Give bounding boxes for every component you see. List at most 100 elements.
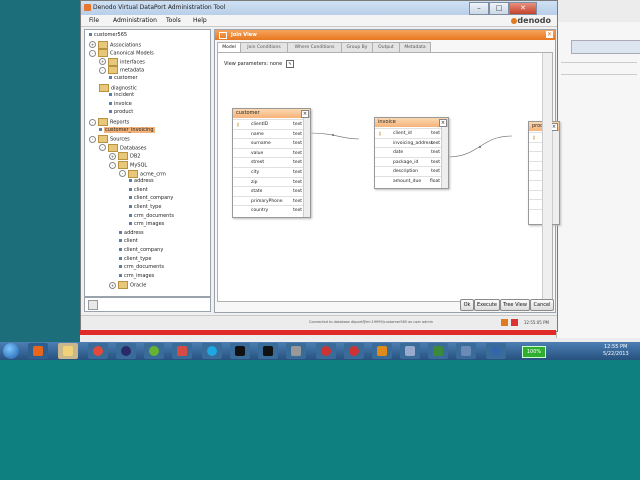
minimize-icon[interactable]: – — [469, 2, 489, 15]
start-button[interactable] — [3, 343, 19, 359]
close-view-icon[interactable]: ✕ — [546, 31, 553, 38]
tree-node[interactable]: client — [129, 187, 148, 195]
tree-node[interactable]: invoice — [109, 101, 132, 109]
entity-field-row[interactable]: zip text — [233, 176, 310, 187]
tree-node[interactable]: client_company — [129, 195, 173, 203]
tab-group-by[interactable]: Group By — [341, 42, 373, 52]
tool-icon[interactable] — [316, 343, 336, 359]
cancel-button[interactable]: Cancel — [530, 299, 554, 311]
terminal-icon[interactable] — [230, 343, 250, 359]
execute-button[interactable]: Execute — [474, 299, 500, 311]
tab-join-conditions[interactable]: Join Conditions — [240, 42, 288, 52]
chrome-icon[interactable] — [88, 343, 108, 359]
image-viewer-icon[interactable] — [172, 343, 192, 359]
entity-field-row[interactable]: value text — [233, 147, 310, 158]
excel-icon[interactable] — [428, 343, 448, 359]
menu-file[interactable]: File — [89, 17, 99, 24]
tree-node[interactable]: client_type — [119, 256, 151, 264]
collapse-icon[interactable]: - — [99, 66, 106, 74]
terminal-icon-2[interactable] — [258, 343, 278, 359]
expand-icon[interactable]: + — [109, 281, 116, 289]
eclipse-icon[interactable] — [116, 343, 136, 359]
tree-node[interactable]: client_company — [119, 247, 163, 255]
tree-node[interactable]: crm_documents — [129, 213, 174, 221]
tree-node[interactable]: crm_documents — [119, 264, 164, 272]
tool-icon-2[interactable] — [344, 343, 364, 359]
canvas-vertical-scrollbar[interactable] — [542, 53, 552, 301]
close-icon[interactable]: ✕ — [509, 2, 537, 15]
tab-metadata[interactable]: Metadata — [399, 42, 431, 52]
clock-time[interactable]: 12:55 PM — [604, 344, 627, 351]
settings-icon[interactable] — [286, 343, 306, 359]
tree-node[interactable]: incident — [109, 92, 134, 100]
entity-field-row[interactable]: invoicing_address text — [375, 137, 448, 148]
tree-node[interactable]: - Canonical Models — [89, 49, 154, 58]
entity-field-row[interactable]: name text — [233, 128, 310, 139]
menu-tools[interactable]: Tools — [166, 17, 181, 24]
entity-scrollbar[interactable] — [441, 127, 448, 188]
tree-node[interactable]: - metadata — [99, 66, 144, 75]
tree-node[interactable]: + Oracle — [109, 281, 146, 290]
battery-indicator[interactable]: 100% — [522, 346, 546, 358]
tree-node[interactable]: crm_images — [119, 273, 154, 281]
entity-field-row[interactable]: city text — [233, 167, 310, 177]
tree-node[interactable]: - Reports — [89, 118, 129, 126]
tree-node[interactable]: client — [119, 238, 138, 246]
collapse-icon[interactable]: - — [109, 161, 116, 169]
tree-node[interactable]: crm_images — [129, 221, 164, 229]
entity-field-row[interactable]: country text — [233, 205, 310, 215]
entity-field-row[interactable]: ⚷ client_id text — [375, 128, 448, 138]
firefox-icon[interactable] — [28, 343, 48, 359]
entity-field-row[interactable]: amount_due float — [375, 176, 448, 186]
entity-field-row[interactable]: ⚷ clientID text — [233, 119, 310, 129]
entity-field-row[interactable]: state text — [233, 186, 310, 196]
photo-icon[interactable] — [456, 343, 476, 359]
status-error-icon[interactable] — [511, 319, 518, 326]
title-bar[interactable]: Denodo Virtual DataPort Administration T… — [81, 1, 557, 15]
maximize-icon[interactable]: □ — [489, 2, 509, 15]
entity-field-row[interactable]: primaryPhone text — [233, 195, 310, 206]
entity-customer[interactable]: customer × ⚷ clientID text name text surname tex… — [232, 108, 311, 218]
status-warning-icon[interactable] — [501, 319, 508, 326]
clock-date[interactable]: 5/22/2013 — [603, 351, 629, 357]
tab-where-conditions[interactable]: Where Conditions — [287, 42, 342, 52]
model-canvas[interactable]: View parameters: none ✎ customer × ⚷ client… — [217, 52, 560, 302]
ok-button[interactable]: Ok — [460, 299, 474, 311]
collapse-icon[interactable]: - — [89, 135, 96, 143]
entity-field-row[interactable]: surname text — [233, 138, 310, 148]
entity-field-row[interactable]: date text — [375, 147, 448, 157]
tree-horizontal-scrollbar[interactable] — [84, 297, 211, 312]
tree-node[interactable]: - acme_crm — [119, 169, 166, 178]
collapse-icon[interactable]: - — [89, 118, 96, 126]
tree-node[interactable]: customer_invoicing — [99, 126, 155, 135]
tree-node[interactable]: - Sources — [89, 135, 130, 144]
tree-node[interactable]: address — [119, 230, 144, 238]
tree-node[interactable]: customer565 — [89, 32, 127, 40]
file-explorer-icon[interactable] — [58, 343, 78, 359]
tree-node[interactable]: diagnostic — [99, 83, 137, 92]
tree-node[interactable]: - MySQL — [109, 161, 147, 169]
tree-node[interactable]: + Associations — [89, 40, 141, 49]
entity-invoice[interactable]: invoice × ⚷ client_id text invoicing_address t… — [374, 117, 449, 189]
app-icon-orange[interactable] — [372, 343, 392, 359]
tree-node[interactable]: product — [109, 109, 133, 117]
tree-node[interactable]: + interfaces — [99, 57, 145, 66]
entity-scrollbar[interactable] — [552, 131, 559, 224]
tree-view-button[interactable]: Tree View — [500, 299, 530, 311]
entity-scrollbar[interactable] — [303, 118, 310, 217]
tab-output[interactable]: Output — [372, 42, 400, 52]
scroll-thumb[interactable] — [88, 300, 98, 310]
tree-node[interactable]: address — [129, 178, 154, 186]
tree-node[interactable]: client_type — [129, 204, 161, 212]
entity-field-row[interactable]: street text — [233, 157, 310, 167]
expand-icon[interactable]: + — [99, 58, 106, 66]
close-icon[interactable]: × — [439, 119, 447, 127]
expand-icon[interactable]: + — [89, 41, 96, 49]
collapse-icon[interactable]: - — [99, 144, 106, 152]
tree-node[interactable]: - Databases — [99, 143, 146, 152]
entity-field-row[interactable]: description text — [375, 166, 448, 176]
collapse-icon[interactable]: - — [119, 170, 126, 178]
tree-node[interactable]: customer — [109, 75, 138, 83]
tree-node[interactable]: + DB2 — [109, 152, 140, 161]
close-icon[interactable]: × — [301, 110, 309, 118]
